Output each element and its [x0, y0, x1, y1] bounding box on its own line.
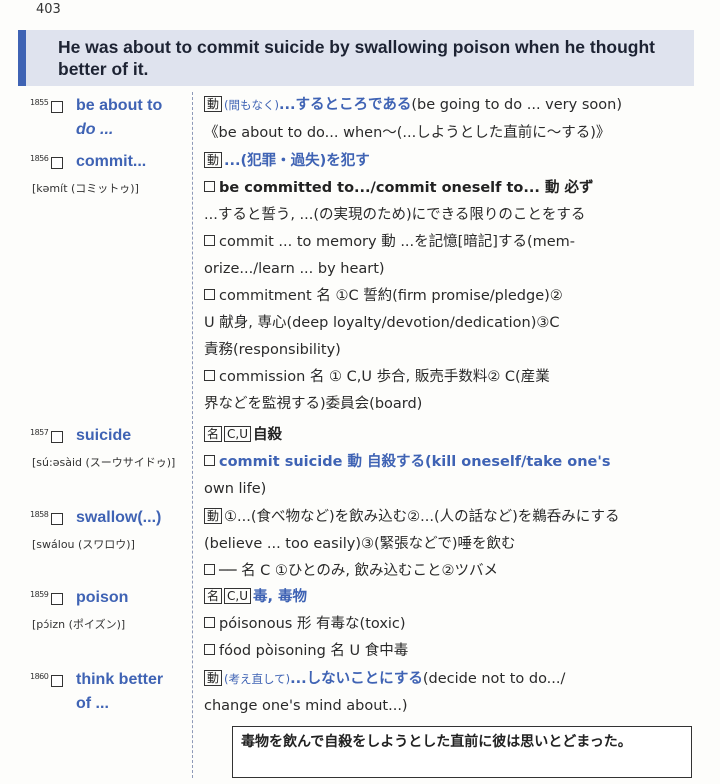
phrase-line: commit suicide 動 自殺する(kill oneself/take …: [204, 449, 610, 475]
pronunciation: [sú:əsàid (スーウサイドゥ)]: [32, 456, 176, 469]
phrase-line: fóod pòisoning 名 U 食中毒: [204, 638, 408, 664]
headword: swallow(...): [76, 509, 162, 526]
phrase-line: ...すると誓う, ...(の実現のため)にできる限りのことをする: [204, 207, 586, 223]
phrase-line: (believe ... too easily)③(緊張などで)唾を飲む: [204, 536, 516, 552]
entry-number: 1859: [30, 590, 49, 599]
phrase-line: change one's mind about...): [204, 698, 408, 714]
example-sentence: He was about to commit suicide by swallo…: [18, 30, 694, 86]
definition-line: 動 ①...(食べ物など)を飲み込む②...(人の話など)を鵜呑みにする: [204, 504, 619, 530]
usage-note: 《be about to do... when〜(...しようとした直前に〜する…: [204, 125, 611, 141]
phrase-line: 界などを監視する)委員会(board): [204, 396, 423, 412]
phrase-line: own life): [204, 481, 267, 497]
phrase-line: commission 名 ① C,U 歩合, 販売手数料② C(産業: [204, 364, 550, 390]
entry-number: 1857: [30, 428, 49, 437]
translation-box: 毒物を飲んで自殺をしようとした直前に彼は思いとどまった。: [232, 726, 692, 778]
pronunciation: [pɔ́izn (ポイズン)]: [32, 618, 126, 631]
definition-line: 名 C,U 毒, 毒物: [204, 584, 307, 610]
phrase-line: commitment 名 ①C 誓約(firm promise/pledge)②: [204, 283, 563, 309]
pronunciation: [swálou (スワロウ)]: [32, 538, 135, 551]
checkbox-icon[interactable]: [51, 101, 63, 113]
checkbox-icon[interactable]: [51, 431, 63, 443]
entry-number: 1855: [30, 98, 49, 107]
definition-line: 名 C,U 自殺: [204, 422, 282, 448]
definition-line: 動 (間もなく)...するところである(be going to do ... ve…: [204, 92, 622, 118]
checkbox-icon[interactable]: [51, 513, 63, 525]
definition-line: 動 (考え直して)...しないことにする(decide not to do.../: [204, 666, 565, 692]
phrase-line: ── 名 C ①ひとのみ, 飲み込むこと②ツバメ: [204, 558, 498, 584]
headword: be about to: [76, 97, 163, 114]
phrase-line: be committed to.../commit oneself to... …: [204, 175, 594, 201]
headword: commit...: [76, 153, 147, 170]
headword: think better: [76, 671, 164, 688]
phrase-line: U 献身, 専心(deep loyalty/devotion/dedicatio…: [204, 315, 560, 331]
headword: suicide: [76, 427, 132, 444]
headword-cont: do ...: [76, 121, 114, 138]
headword: poison: [76, 589, 129, 606]
page-number: 403: [36, 2, 61, 17]
entry-number: 1860: [30, 672, 49, 681]
phrase-line: orize.../learn ... by heart): [204, 261, 385, 277]
headword-cont: of ...: [76, 695, 109, 712]
entry-number: 1856: [30, 154, 49, 163]
checkbox-icon[interactable]: [51, 157, 63, 169]
phrase-line: commit ... to memory 動 ...を記憶[暗記]する(mem-: [204, 229, 575, 255]
checkbox-icon[interactable]: [51, 675, 63, 687]
definition-line: 動 ...(犯罪・過失)を犯す: [204, 148, 370, 174]
pronunciation: [kəmít (コミットゥ)]: [32, 182, 139, 195]
phrase-line: póisonous 形 有毒な(toxic): [204, 611, 406, 637]
column-divider: [192, 92, 193, 778]
phrase-line: 責務(responsibility): [204, 342, 341, 358]
checkbox-icon[interactable]: [51, 593, 63, 605]
entry-number: 1858: [30, 510, 49, 519]
